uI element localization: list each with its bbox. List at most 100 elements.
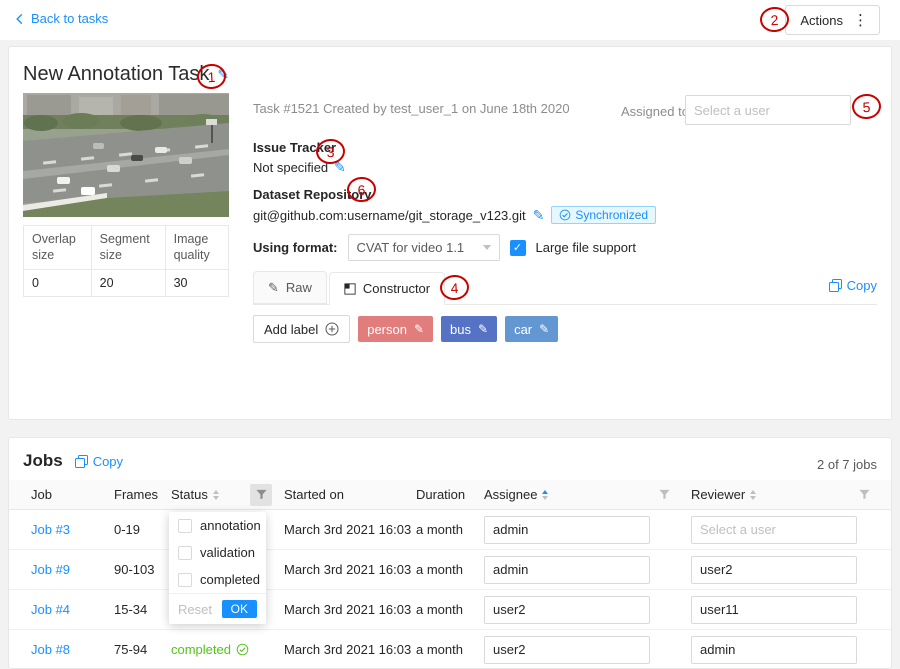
param-header: Segment size [91, 226, 165, 270]
column-reviewer[interactable]: Reviewer [691, 487, 745, 502]
copy-labels-label: Copy [847, 278, 877, 293]
using-format-label: Using format: [253, 240, 338, 255]
checkbox-icon[interactable] [178, 519, 192, 533]
check-circle-icon [559, 209, 571, 221]
issue-tracker-value: Not specified [253, 160, 328, 175]
jobs-table-header: Job Frames Status Started on Duration As… [9, 480, 891, 510]
param-value: 20 [91, 270, 165, 297]
table-row: Job #8 75-94 completed March 3rd 2021 16… [9, 630, 891, 669]
assignee-input[interactable] [484, 516, 650, 544]
copy-labels-button[interactable]: Copy [829, 278, 877, 297]
filter-option-annotation[interactable]: annotation [169, 512, 266, 539]
assigned-to-label: Assigned to [621, 104, 689, 119]
column-status[interactable]: Status [171, 487, 208, 502]
assignee-input[interactable] [484, 596, 650, 624]
label-chip-name: car [514, 322, 532, 337]
task-params-table: Overlap size Segment size Image quality … [23, 225, 229, 297]
reviewer-input[interactable] [691, 596, 857, 624]
copy-jobs-label: Copy [93, 454, 123, 469]
filter-option-completed[interactable]: completed [169, 566, 266, 593]
reviewer-input[interactable] [691, 556, 857, 584]
param-header: Overlap size [24, 226, 92, 270]
label-chip-name: person [367, 322, 407, 337]
column-duration: Duration [416, 487, 465, 502]
frames-cell: 0-19 [114, 522, 171, 537]
task-title: New Annotation Task [23, 63, 209, 86]
page: Back to tasks Actions ⋮ New Annotation T… [0, 0, 900, 669]
tab-raw-label: Raw [286, 280, 312, 295]
task-meta: Task #1521 Created by test_user_1 on Jun… [253, 101, 570, 116]
duration-cell: a month [416, 562, 484, 577]
large-file-checkbox[interactable]: ✓ [510, 240, 526, 256]
job-link[interactable]: Job #9 [31, 562, 70, 577]
param-value: 0 [24, 270, 92, 297]
frames-cell: 90-103 [114, 562, 171, 577]
edit-repository-icon[interactable]: ✎ [533, 207, 545, 224]
reviewer-input[interactable] [691, 516, 857, 544]
status-cell: completed [171, 642, 249, 657]
sort-reviewer-icon[interactable] [750, 490, 756, 500]
add-label-text: Add label [264, 322, 318, 337]
job-link[interactable]: Job #8 [31, 642, 70, 657]
label-chip-name: bus [450, 322, 471, 337]
checkbox-icon[interactable] [178, 546, 192, 560]
label-chip-bus[interactable]: bus ✎ [441, 316, 497, 342]
filter-option-validation[interactable]: validation [169, 539, 266, 566]
tab-constructor[interactable]: Constructor [329, 272, 445, 305]
copy-jobs-button[interactable]: Copy [75, 454, 123, 469]
jobs-title: Jobs [23, 451, 63, 471]
copy-icon [829, 279, 842, 292]
assigned-to-input[interactable] [685, 95, 851, 125]
filter-status-icon[interactable] [250, 484, 272, 506]
table-row: Job #4 15-34 March 3rd 2021 16:03 a mont… [9, 590, 891, 630]
edit-label-icon[interactable]: ✎ [478, 322, 488, 336]
filter-reset-button[interactable]: Reset [178, 602, 212, 617]
job-link[interactable]: Job #4 [31, 602, 70, 617]
sort-status-icon[interactable] [213, 490, 219, 500]
actions-button[interactable]: Actions ⋮ [785, 5, 880, 35]
param-value: 30 [165, 270, 228, 297]
sort-assignee-icon[interactable] [542, 490, 548, 500]
more-icon: ⋮ [853, 11, 869, 29]
frames-cell: 75-94 [114, 642, 171, 657]
assignee-input[interactable] [484, 636, 650, 664]
back-label: Back to tasks [31, 11, 108, 26]
label-chip-car[interactable]: car ✎ [505, 316, 558, 342]
column-assignee[interactable]: Assignee [484, 487, 537, 502]
filter-ok-button[interactable]: OK [222, 600, 257, 618]
filter-option-label: annotation [200, 518, 261, 533]
started-cell: March 3rd 2021 16:03 [284, 562, 416, 577]
filter-reviewer-icon[interactable] [853, 484, 875, 506]
frames-cell: 15-34 [114, 602, 171, 617]
actions-label: Actions [800, 13, 843, 28]
back-to-tasks-link[interactable]: Back to tasks [14, 11, 108, 26]
job-link[interactable]: Job #3 [31, 522, 70, 537]
filter-option-label: completed [200, 572, 260, 587]
duration-cell: a month [416, 602, 484, 617]
filter-option-label: validation [200, 545, 255, 560]
caret-down-icon [483, 245, 491, 250]
large-file-label: Large file support [536, 240, 636, 255]
filter-assignee-icon[interactable] [653, 484, 675, 506]
pencil-icon: ✎ [268, 280, 279, 296]
label-chip-person[interactable]: person ✎ [358, 316, 433, 342]
copy-icon [75, 455, 88, 468]
chevron-left-icon [14, 13, 25, 25]
add-label-button[interactable]: Add label [253, 315, 350, 343]
jobs-table: Job Frames Status Started on Duration As… [9, 480, 891, 669]
format-select[interactable]: CVAT for video 1.1 [348, 234, 500, 261]
assignee-input[interactable] [484, 556, 650, 584]
tab-constructor-label: Constructor [363, 281, 430, 296]
labels-editor: Add label person ✎ bus ✎ car ✎ [253, 315, 558, 343]
dataset-repository-value: git@github.com:username/git_storage_v123… [253, 208, 526, 223]
task-preview-image [23, 93, 229, 217]
column-job: Job [31, 487, 52, 502]
constructor-icon [344, 283, 356, 295]
checkbox-icon[interactable] [178, 573, 192, 587]
edit-label-icon[interactable]: ✎ [414, 322, 424, 336]
reviewer-input[interactable] [691, 636, 857, 664]
completed-check-icon [236, 643, 249, 656]
edit-label-icon[interactable]: ✎ [539, 322, 549, 336]
tab-raw[interactable]: ✎ Raw [253, 271, 327, 304]
jobs-card: Jobs Copy 2 of 7 jobs Job Frames Status … [8, 437, 892, 669]
